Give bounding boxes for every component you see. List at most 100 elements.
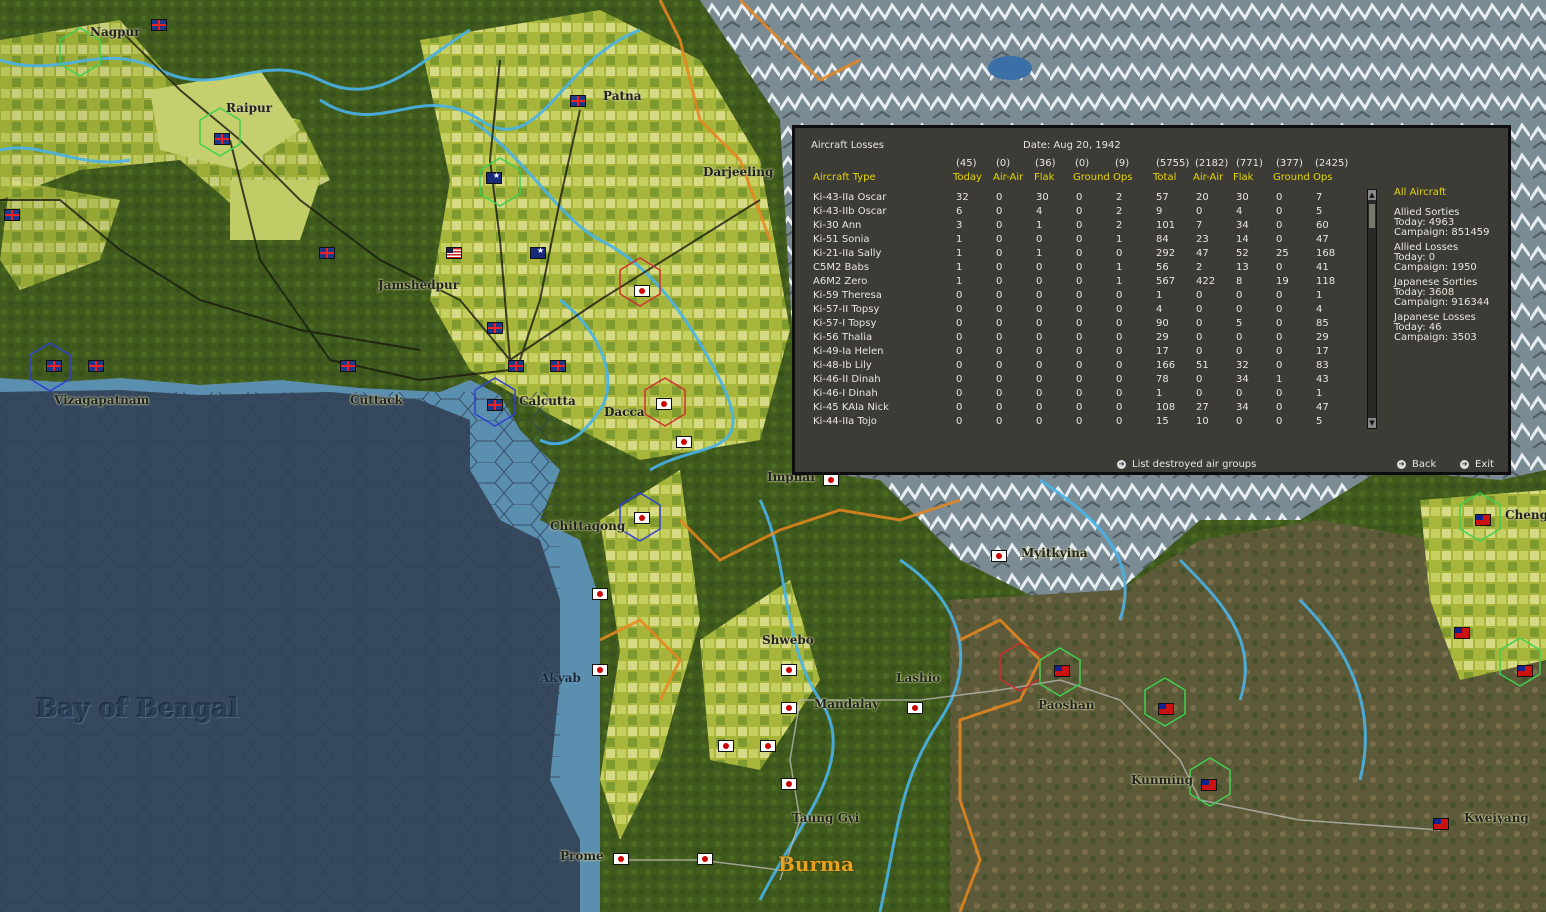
japanese-unit-flag[interactable] bbox=[823, 474, 839, 486]
allied-unit-flag[interactable] bbox=[4, 209, 20, 221]
header-total[interactable]: Total bbox=[1153, 172, 1176, 183]
city-label-cheng[interactable]: Cheng bbox=[1505, 508, 1546, 522]
aircraft-loss-row[interactable]: Ki-51 Sonia 1 0 0 0 1 84 23 14 0 47 bbox=[813, 233, 1363, 247]
chinese-unit-flag[interactable] bbox=[1158, 703, 1174, 715]
chinese-unit-flag[interactable] bbox=[1454, 627, 1470, 639]
aircraft-loss-row[interactable]: Ki-49-Ia Helen 0 0 0 0 0 17 0 0 0 17 bbox=[813, 345, 1363, 359]
header-total-air-air[interactable]: Air-Air bbox=[1193, 172, 1223, 183]
allied-unit-flag[interactable] bbox=[550, 360, 566, 372]
aircraft-type-header[interactable]: Aircraft Type bbox=[813, 172, 876, 183]
chinese-unit-flag[interactable] bbox=[1054, 665, 1070, 677]
aircraft-loss-row[interactable]: Ki-48-Ib Lily 0 0 0 0 0 166 51 32 0 83 bbox=[813, 359, 1363, 373]
city-label-kunming[interactable]: Kunming bbox=[1131, 773, 1193, 787]
japanese-unit-flag[interactable] bbox=[718, 740, 734, 752]
japanese-unit-flag[interactable] bbox=[907, 702, 923, 714]
allied-unit-flag[interactable] bbox=[319, 247, 335, 259]
header-total-ops[interactable]: Ops bbox=[1313, 172, 1332, 183]
aircraft-loss-row[interactable]: C5M2 Babs 1 0 0 0 1 56 2 13 0 41 bbox=[813, 261, 1363, 275]
japanese-unit-flag[interactable] bbox=[697, 853, 713, 865]
header-total-ground[interactable]: Ground bbox=[1273, 172, 1310, 183]
city-label-nagpur[interactable]: Nagpur bbox=[90, 25, 141, 39]
header-ops[interactable]: Ops bbox=[1113, 172, 1132, 183]
japanese-unit-flag[interactable] bbox=[592, 664, 608, 676]
city-label-jamshedpur[interactable]: Jamshedpur bbox=[378, 278, 459, 292]
scroll-up-icon[interactable]: ▲ bbox=[1368, 190, 1376, 200]
city-label-calcutta[interactable]: Calcutta bbox=[519, 394, 576, 408]
allied-unit-flag[interactable] bbox=[46, 360, 62, 372]
japanese-unit-flag[interactable] bbox=[781, 664, 797, 676]
city-label-taung-gyi[interactable]: Taung Gyi bbox=[792, 811, 859, 825]
aircraft-loss-row[interactable]: Ki-43-IIb Oscar 6 0 4 0 2 9 0 4 0 5 bbox=[813, 205, 1363, 219]
cell-total-air-air: 10 bbox=[1196, 416, 1209, 427]
header-flak[interactable]: Flak bbox=[1034, 172, 1054, 183]
japanese-unit-flag[interactable] bbox=[760, 740, 776, 752]
allied-unit-flag[interactable] bbox=[151, 19, 167, 31]
cell-total-ground: 0 bbox=[1276, 220, 1283, 231]
aircraft-loss-table: Ki-43-IIa Oscar 32 0 30 0 2 57 20 30 0 7 Ki-43-IIb … bbox=[813, 191, 1363, 429]
chinese-unit-flag[interactable] bbox=[1433, 818, 1449, 830]
aircraft-loss-row[interactable]: Ki-45 KAIa Nick 0 0 0 0 0 108 27 34 0 47 bbox=[813, 401, 1363, 415]
japanese-unit-flag[interactable] bbox=[634, 285, 650, 297]
header-today[interactable]: Today bbox=[953, 172, 982, 183]
japanese-unit-flag[interactable] bbox=[634, 512, 650, 524]
city-label-mandalay[interactable]: Mandalay bbox=[814, 697, 879, 711]
aircraft-loss-row[interactable]: Ki-30 Ann 3 0 1 0 2 101 7 34 0 60 bbox=[813, 219, 1363, 233]
chinese-unit-flag[interactable] bbox=[1475, 514, 1491, 526]
city-label-kweiyang[interactable]: Kweiyang bbox=[1464, 811, 1529, 825]
aircraft-loss-row[interactable]: Ki-43-IIa Oscar 32 0 30 0 2 57 20 30 0 7 bbox=[813, 191, 1363, 205]
city-label-paoshan[interactable]: Paoshan bbox=[1038, 698, 1094, 712]
list-destroyed-air-groups-button[interactable]: ➔ List destroyed air groups bbox=[1117, 459, 1256, 470]
city-label-vizagapatnam[interactable]: Vizagapatnam bbox=[54, 393, 149, 407]
chinese-unit-flag[interactable] bbox=[1517, 665, 1533, 677]
header-total-flak[interactable]: Flak bbox=[1233, 172, 1253, 183]
aircraft-loss-row[interactable]: Ki-44-IIa Tojo 0 0 0 0 0 15 10 0 0 5 bbox=[813, 415, 1363, 429]
back-button[interactable]: ➔ Back bbox=[1397, 459, 1436, 470]
city-label-shwebo[interactable]: Shwebo bbox=[762, 633, 814, 647]
city-label-chittagong[interactable]: Chittagong bbox=[550, 519, 625, 533]
japanese-unit-flag[interactable] bbox=[613, 853, 629, 865]
allied-unit-flag[interactable] bbox=[570, 95, 586, 107]
city-label-lashio[interactable]: Lashio bbox=[896, 671, 940, 685]
aircraft-loss-row[interactable]: Ki-57-II Topsy 0 0 0 0 0 4 0 0 0 4 bbox=[813, 303, 1363, 317]
loss-table-scrollbar[interactable]: ▲ ▼ bbox=[1367, 189, 1377, 429]
japanese-unit-flag[interactable] bbox=[991, 550, 1007, 562]
city-label-dacca[interactable]: Dacca bbox=[604, 405, 645, 419]
cell-ground: 0 bbox=[1076, 388, 1083, 399]
campaign-total-ops: (2425) bbox=[1315, 158, 1349, 169]
japanese-unit-flag[interactable] bbox=[656, 398, 672, 410]
city-label-patna[interactable]: Patna bbox=[603, 89, 642, 103]
aircraft-loss-row[interactable]: A6M2 Zero 1 0 0 0 1 567 422 8 19 118 bbox=[813, 275, 1363, 289]
header-air-air[interactable]: Air-Air bbox=[993, 172, 1023, 183]
japanese-unit-flag[interactable] bbox=[676, 436, 692, 448]
allied-unit-flag[interactable] bbox=[487, 399, 503, 411]
allied-unit-flag[interactable] bbox=[530, 246, 546, 259]
city-label-prome[interactable]: Prome bbox=[560, 849, 604, 863]
allied-unit-flag[interactable] bbox=[487, 322, 503, 334]
city-label-cuttack[interactable]: Cuttack bbox=[350, 393, 403, 407]
allied-unit-flag[interactable] bbox=[446, 247, 462, 259]
aircraft-loss-row[interactable]: Ki-46-I Dinah 0 0 0 0 0 1 0 0 0 1 bbox=[813, 387, 1363, 401]
aircraft-loss-row[interactable]: Ki-59 Theresa 0 0 0 0 0 1 0 0 0 1 bbox=[813, 289, 1363, 303]
aircraft-loss-row[interactable]: Ki-56 Thalia 0 0 0 0 0 29 0 0 0 29 bbox=[813, 331, 1363, 345]
japanese-unit-flag[interactable] bbox=[592, 588, 608, 600]
allied-unit-flag[interactable] bbox=[88, 360, 104, 372]
city-label-akyab[interactable]: Akyab bbox=[540, 671, 581, 685]
exit-button[interactable]: ➔ Exit bbox=[1460, 459, 1494, 470]
city-label-raipur[interactable]: Raipur bbox=[226, 101, 272, 115]
japanese-unit-flag[interactable] bbox=[781, 702, 797, 714]
allied-unit-flag[interactable] bbox=[486, 171, 502, 184]
chinese-unit-flag[interactable] bbox=[1201, 779, 1217, 791]
scroll-thumb[interactable] bbox=[1369, 204, 1375, 228]
scroll-down-icon[interactable]: ▼ bbox=[1368, 418, 1376, 428]
allied-unit-flag[interactable] bbox=[214, 133, 230, 145]
aircraft-loss-row[interactable]: Ki-21-IIa Sally 1 0 1 0 0 292 47 52 25 168 bbox=[813, 247, 1363, 261]
aircraft-filter[interactable]: All Aircraft bbox=[1394, 188, 1446, 198]
japanese-unit-flag[interactable] bbox=[781, 778, 797, 790]
city-label-darjeeling[interactable]: Darjeeling bbox=[703, 165, 773, 179]
aircraft-loss-row[interactable]: Ki-46-II Dinah 0 0 0 0 0 78 0 34 1 43 bbox=[813, 373, 1363, 387]
city-label-myitkyina[interactable]: Myitkyina bbox=[1021, 546, 1088, 560]
header-ground[interactable]: Ground bbox=[1073, 172, 1110, 183]
aircraft-loss-row[interactable]: Ki-57-I Topsy 0 0 0 0 0 90 0 5 0 85 bbox=[813, 317, 1363, 331]
allied-unit-flag[interactable] bbox=[340, 360, 356, 372]
allied-unit-flag[interactable] bbox=[508, 360, 524, 372]
